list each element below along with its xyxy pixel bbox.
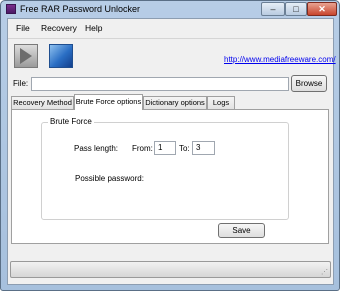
close-button[interactable]: ✕ xyxy=(307,2,337,16)
menu-separator xyxy=(8,38,333,39)
tab-dictionary-options[interactable]: Dictionary options xyxy=(143,96,207,109)
maximize-button[interactable]: □ xyxy=(285,2,307,16)
from-label: From: xyxy=(132,144,153,153)
stop-button[interactable] xyxy=(49,44,73,68)
browse-button[interactable]: Browse xyxy=(291,75,327,92)
to-input[interactable]: 3 xyxy=(192,141,215,155)
file-path-input[interactable] xyxy=(31,77,289,91)
minimize-button[interactable]: – xyxy=(261,2,285,16)
app-window: Free RAR Password Unlocker – □ ✕ File Re… xyxy=(0,0,340,291)
possible-password-label: Possible password: xyxy=(75,174,144,183)
menu-recovery[interactable]: Recovery xyxy=(41,23,77,33)
group-title: Brute Force xyxy=(48,117,94,126)
menu-file[interactable]: File xyxy=(16,23,30,33)
start-button[interactable] xyxy=(14,44,38,68)
file-label: File: xyxy=(13,79,29,88)
play-icon xyxy=(20,48,32,64)
resize-grip-icon[interactable]: ⋰ xyxy=(321,268,328,276)
title-bar: Free RAR Password Unlocker – □ ✕ xyxy=(1,1,339,18)
app-icon xyxy=(6,4,16,14)
to-label: To: xyxy=(179,144,190,153)
progress-bar: ⋰ xyxy=(10,261,331,278)
client-area: File Recovery Help http://www.mediafreew… xyxy=(7,18,336,285)
tab-brute-force-options[interactable]: Brute Force options xyxy=(74,94,143,110)
pass-length-label: Pass length: xyxy=(74,144,119,153)
window-title: Free RAR Password Unlocker xyxy=(20,4,141,14)
menu-bar: File Recovery Help xyxy=(8,19,333,38)
from-input[interactable]: 1 xyxy=(154,141,176,155)
brute-force-group: Brute Force Pass length: From: 1 To: 3 P… xyxy=(41,117,289,220)
menu-help[interactable]: Help xyxy=(85,23,102,33)
tab-recovery-method[interactable]: Recovery Method xyxy=(11,96,74,109)
save-button[interactable]: Save xyxy=(218,223,265,238)
website-link[interactable]: http://www.mediafreeware.com/ xyxy=(224,55,336,64)
brute-force-panel: Brute Force Pass length: From: 1 To: 3 P… xyxy=(11,109,329,244)
tab-logs[interactable]: Logs xyxy=(207,96,235,109)
